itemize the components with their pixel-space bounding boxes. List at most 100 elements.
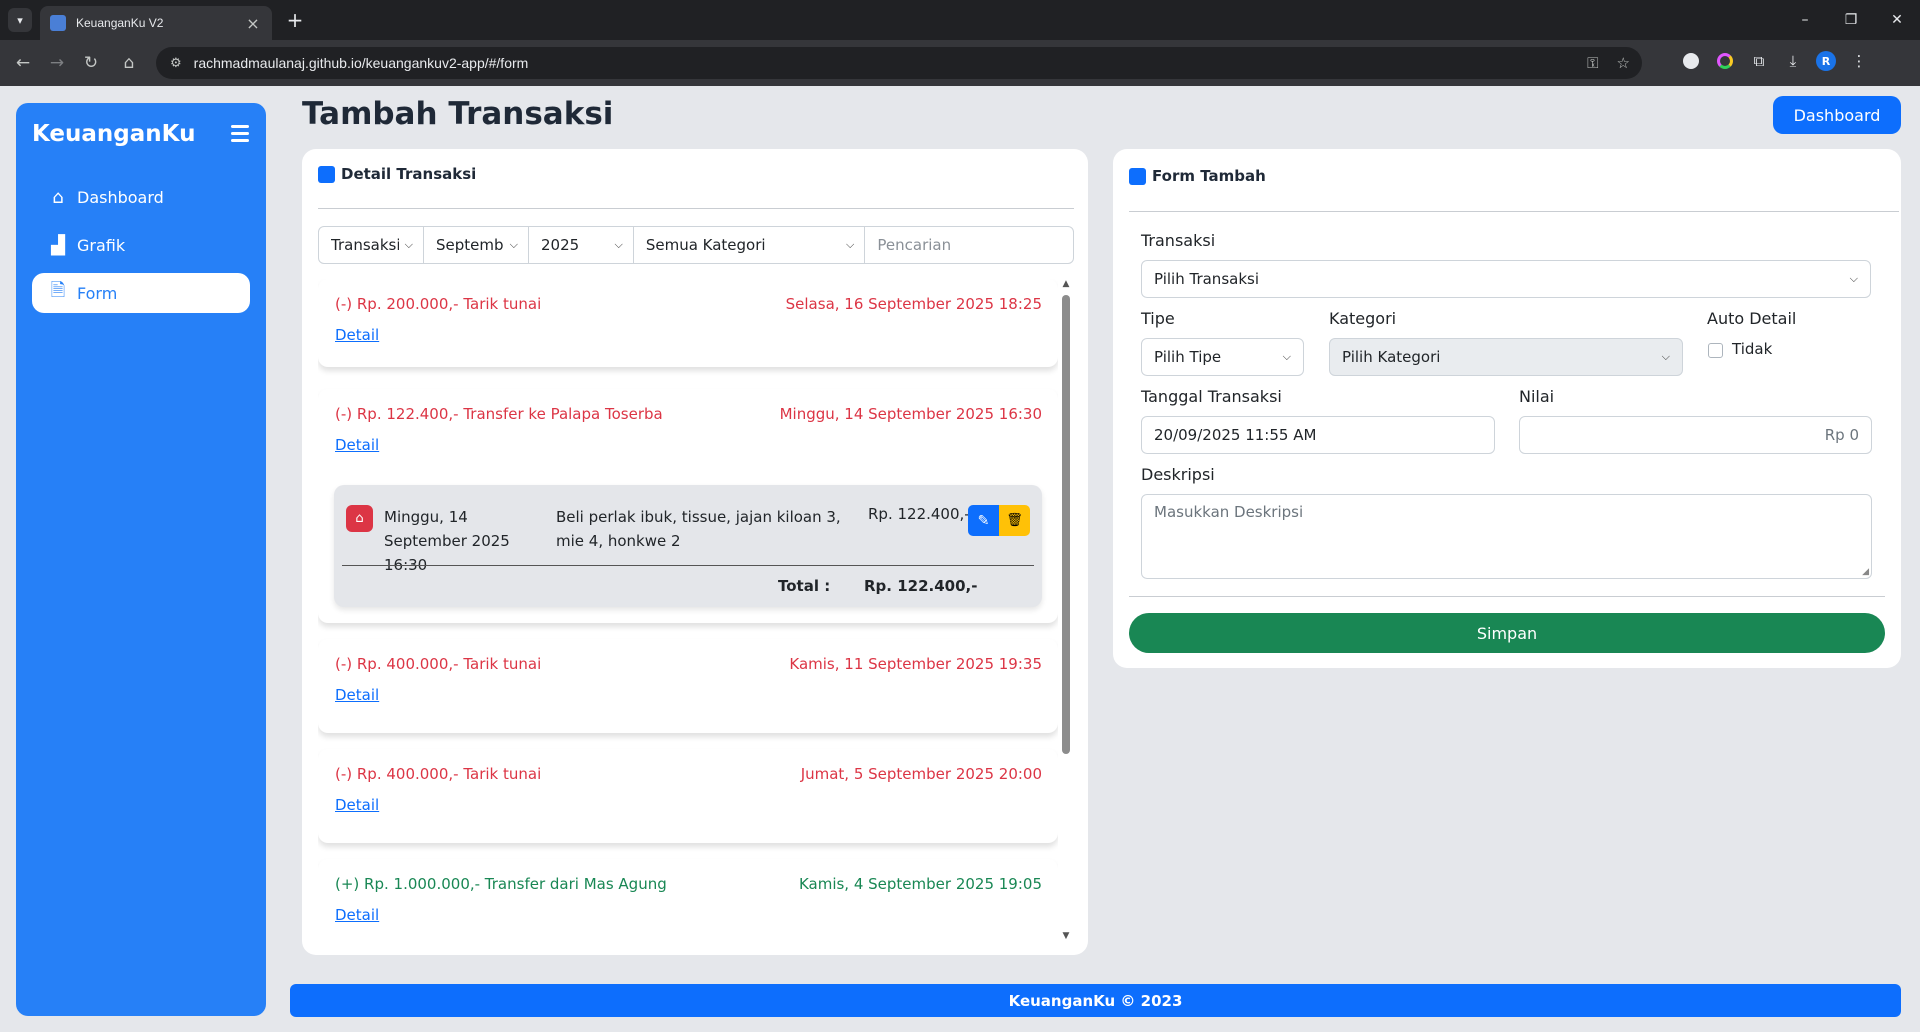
transaction-date: Kamis, 11 September 2025 19:35 <box>789 655 1042 673</box>
tahun-filter-select[interactable]: 2025 ⌵ <box>528 226 634 264</box>
nilai-label: Nilai <box>1519 387 1555 406</box>
transaction-item: (-) Rp. 400.000,- Tarik tunai Jumat, 5 S… <box>318 749 1058 843</box>
scroll-down-icon[interactable]: ▼ <box>1060 931 1072 941</box>
hamburger-menu-icon[interactable] <box>231 125 249 146</box>
kategori-label: Kategori <box>1329 309 1397 328</box>
save-button[interactable]: Simpan <box>1129 613 1885 653</box>
download-icon[interactable]: ⤓ <box>1782 50 1804 72</box>
footer: KeuanganKu © 2023 <box>290 984 1901 1017</box>
menu-kebab-icon[interactable]: ⋮ <box>1848 50 1870 72</box>
extension-dot-icon[interactable] <box>1680 50 1702 72</box>
file-icon: 🗎 <box>50 280 66 301</box>
divider <box>1129 211 1899 212</box>
transaction-item: (+) Rp. 1.000.000,- Transfer dari Mas Ag… <box>318 859 1058 941</box>
sidebar: KeuanganKu ⌂ Dashboard ▟ Grafik 🗎 Form <box>16 103 266 1016</box>
transaction-amount: (-) Rp. 400.000,- Tarik tunai <box>335 765 542 783</box>
total-value: Rp. 122.400,- <box>864 577 978 595</box>
bulan-filter-select[interactable]: September⌵ <box>423 226 529 264</box>
house-category-icon: ⌂ <box>346 505 373 532</box>
extensions-puzzle-icon[interactable]: ⧉ <box>1748 50 1770 72</box>
square-icon <box>318 165 335 183</box>
transaction-amount: (-) Rp. 122.400,- Transfer ke Palapa Tos… <box>335 405 663 423</box>
browser-tab[interactable]: KeuanganKu V2 × <box>40 6 272 40</box>
transaction-amount: (-) Rp. 400.000,- Tarik tunai <box>335 655 542 673</box>
filter-bar: Transaksi⌵ September⌵ 2025⌵ Semua Katego… <box>318 226 1074 264</box>
site-info-icon[interactable]: ⚙ <box>170 56 182 71</box>
home-icon[interactable]: ⌂ <box>116 50 142 76</box>
tipe-select[interactable]: Pilih Tipe ⌵ <box>1141 338 1304 376</box>
sidebar-item-label: Form <box>77 283 118 303</box>
transaction-date: Selasa, 16 September 2025 18:25 <box>785 295 1042 313</box>
chevron-down-icon: ⌵ <box>1849 272 1858 285</box>
card-header: Form Tambah <box>1129 167 1266 185</box>
chevron-down-icon: ⌵ <box>614 238 623 251</box>
sidebar-item-dashboard[interactable]: ⌂ Dashboard <box>32 177 250 217</box>
card-header: Detail Transaksi <box>318 165 476 183</box>
detail-link[interactable]: Detail <box>335 326 379 344</box>
detail-link[interactable]: Detail <box>335 436 379 454</box>
color-picker-extension-icon[interactable] <box>1714 50 1736 72</box>
dashboard-button[interactable]: Dashboard <box>1773 96 1901 134</box>
chevron-down-icon: ⌵ <box>1661 350 1670 363</box>
transaksi-select[interactable]: Pilih Transaksi ⌵ <box>1141 260 1871 298</box>
back-icon[interactable]: ← <box>10 50 36 76</box>
card-title: Form Tambah <box>1152 167 1266 185</box>
transaction-date: Kamis, 4 September 2025 19:05 <box>798 875 1042 893</box>
list-scrollbar[interactable]: ▲ ▼ <box>1060 279 1072 941</box>
delete-button[interactable]: 🗑 <box>999 505 1030 536</box>
scrollbar-thumb[interactable] <box>1062 295 1070 754</box>
card-title: Detail Transaksi <box>341 165 477 183</box>
transaksi-filter-select[interactable]: Transaksi ⌵ <box>318 226 424 264</box>
transaksi-label: Transaksi <box>1141 231 1216 250</box>
detail-link[interactable]: Detail <box>335 796 379 814</box>
brand-title: KeuanganKu <box>32 121 196 147</box>
trash-icon: 🗑 <box>1006 513 1023 528</box>
deskripsi-label: Deskripsi <box>1141 465 1215 484</box>
kategori-filter-select[interactable]: Semua Kategori ⌵ <box>632 226 866 264</box>
tab-close-icon[interactable]: × <box>244 14 262 33</box>
detail-link[interactable]: Detail <box>335 906 379 924</box>
star-icon[interactable]: ☆ <box>1617 54 1630 72</box>
resize-handle-icon[interactable]: ◢ <box>1862 567 1869 577</box>
sidebar-item-label: Dashboard <box>77 187 164 207</box>
detail-transaksi-card: Detail Transaksi Transaksi⌵ September⌵ 2… <box>302 149 1088 955</box>
reload-icon[interactable]: ↻ <box>78 50 104 76</box>
edit-button[interactable]: ✎ <box>968 505 999 536</box>
address-bar[interactable]: ⚙ rachmadmaulanaj.github.io/keuangankuv2… <box>156 47 1642 79</box>
chevron-down-icon: ⌵ <box>509 238 518 251</box>
scroll-up-icon[interactable]: ▲ <box>1060 279 1072 289</box>
sidebar-item-label: Grafik <box>77 235 126 255</box>
sidebar-item-form[interactable]: 🗎 Form <box>32 273 250 313</box>
forward-icon[interactable]: → <box>44 50 70 76</box>
detail-link[interactable]: Detail <box>335 686 379 704</box>
auto-detail-checkbox[interactable] <box>1708 343 1723 358</box>
divider <box>318 208 1074 209</box>
sidebar-item-grafik[interactable]: ▟ Grafik <box>32 225 250 265</box>
new-tab-button[interactable]: + <box>283 8 307 32</box>
close-window-button[interactable]: ✕ <box>1874 0 1920 40</box>
search-input[interactable]: Pencarian <box>864 226 1074 264</box>
divider <box>342 565 1034 566</box>
tanggal-input[interactable]: 20/09/2025 11:55 AM <box>1141 416 1495 454</box>
tab-search-button[interactable]: ▾ <box>8 8 32 32</box>
divider <box>1129 596 1885 597</box>
url-text[interactable]: rachmadmaulanaj.github.io/keuangankuv2-a… <box>194 55 1569 71</box>
nilai-input[interactable]: Rp 0 <box>1519 416 1872 454</box>
transaction-list: (-) Rp. 200.000,- Tarik tunai Selasa, 16… <box>318 279 1058 941</box>
deskripsi-textarea[interactable]: Masukkan Deskripsi ◢ <box>1141 494 1872 579</box>
kategori-select[interactable]: Pilih Kategori ⌵ <box>1329 338 1683 376</box>
auto-detail-label: Auto Detail <box>1707 309 1797 328</box>
transaction-amount: (-) Rp. 200.000,- Tarik tunai <box>335 295 542 313</box>
pencil-icon: ✎ <box>977 512 990 529</box>
chevron-down-icon: ⌵ <box>1282 350 1291 363</box>
favicon-icon <box>50 15 66 31</box>
restore-button[interactable]: ❐ <box>1828 0 1874 40</box>
profile-avatar[interactable]: R <box>1816 51 1836 71</box>
page-title: Tambah Transaksi <box>302 96 614 132</box>
minimize-button[interactable]: – <box>1782 0 1828 40</box>
auto-detail-option-label: Tidak <box>1732 340 1773 358</box>
key-icon[interactable]: ⚿ <box>1587 54 1598 72</box>
house-icon: ⌂ <box>52 186 64 208</box>
chevron-down-icon: ⌵ <box>846 238 855 251</box>
chevron-down-icon: ⌵ <box>404 238 413 251</box>
